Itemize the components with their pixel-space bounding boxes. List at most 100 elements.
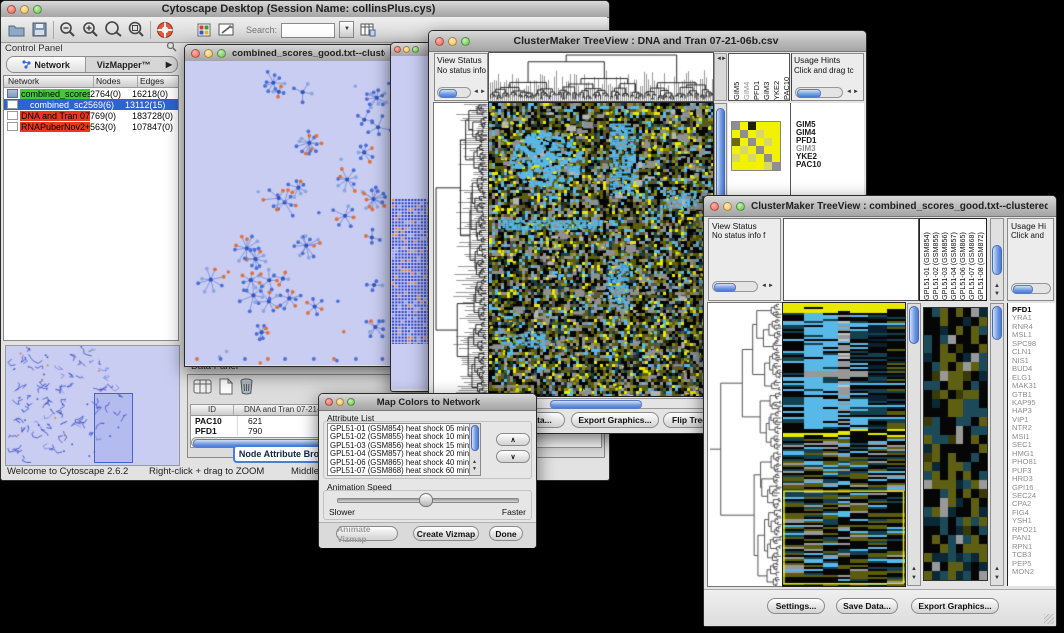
treeview1-titlebar[interactable]: ClusterMaker TreeView : DNA and Tran 07-… <box>429 31 866 52</box>
network-view-window[interactable]: combined_scores_good.txt--cluste... <box>184 44 396 367</box>
create-vizmapbutton[interactable]: Create Vizmap <box>413 526 479 541</box>
row-dendrogram[interactable] <box>434 103 488 396</box>
scroll-left-icon[interactable]: ◄ <box>846 89 852 96</box>
main-heatmap[interactable] <box>783 303 905 586</box>
scroll-right-icon[interactable]: ► <box>768 283 774 290</box>
birdseye-viewport-rect[interactable] <box>94 393 133 463</box>
help-lifering-icon[interactable] <box>155 20 174 39</box>
column-label[interactable]: GIM3 <box>762 54 771 100</box>
tabs-more-icon[interactable]: ▶ <box>161 57 177 72</box>
close-icon[interactable] <box>325 398 333 406</box>
save-icon[interactable] <box>30 20 49 39</box>
zoom-window-icon[interactable] <box>461 37 470 46</box>
network-list-row[interactable]: combined_scores2764(0)16218(0) <box>4 88 178 99</box>
column-dendrogram[interactable] <box>489 53 713 101</box>
network2-canvas-bg[interactable] <box>391 56 429 389</box>
scroll-up-icon[interactable]: ▲ <box>472 459 477 466</box>
view-status-scrollbar[interactable] <box>712 281 758 292</box>
birdseye-view[interactable] <box>5 345 180 466</box>
minimize-icon[interactable] <box>403 46 410 53</box>
window-controls[interactable] <box>1 5 48 14</box>
column-label[interactable]: PAC10 <box>782 54 791 100</box>
zoom-heatmap[interactable] <box>924 308 987 580</box>
gene-label[interactable]: MON2 <box>1012 568 1037 576</box>
treeview2-titlebar[interactable]: ClusterMaker TreeView : combined_scores_… <box>704 196 1056 217</box>
search-dropdown-icon[interactable]: ▼ <box>339 21 354 38</box>
scroll-up-icon[interactable]: ▲ <box>911 566 917 573</box>
close-icon[interactable] <box>191 49 200 58</box>
minimize-icon[interactable] <box>204 49 213 58</box>
close-icon[interactable] <box>710 202 719 211</box>
network-view-window-2[interactable] <box>390 42 432 392</box>
row-dendrogram[interactable] <box>708 303 783 586</box>
column-label[interactable]: PFD1 <box>752 54 761 100</box>
network-table-header[interactable]: Network Nodes Edges <box>4 76 178 88</box>
tab-vizmapper[interactable]: VizMapper™ <box>86 57 161 72</box>
scroll-left-icon[interactable]: ◄ <box>761 283 767 290</box>
zoom-fit-icon[interactable] <box>104 20 123 39</box>
scrollbar-thumb[interactable] <box>714 283 736 292</box>
usage-hints-scrollbar[interactable] <box>795 87 843 98</box>
scrollbar-thumb[interactable] <box>992 245 1002 275</box>
scroll-up-icon[interactable]: ▲ <box>994 566 1000 573</box>
attribute-list-scrollbar[interactable]: ▲ ▼ <box>469 424 480 475</box>
network-list-row[interactable]: DNA and Tran 07769(0)183728(0) <box>4 110 178 121</box>
scroll-up-icon[interactable]: ▲ <box>994 283 1000 290</box>
float-panel-icon[interactable] <box>166 39 177 57</box>
column-label[interactable]: GPL51-01 (GSM854) <box>922 220 931 300</box>
vizmap-icon[interactable] <box>194 20 213 39</box>
col-header-nodes[interactable]: Nodes <box>94 76 138 87</box>
column-label[interactable]: GPL51-02 (GSM855) <box>931 220 940 300</box>
column-label[interactable]: GPL51-03 (GSM856) <box>940 220 949 300</box>
zoom-window-icon[interactable] <box>217 49 226 58</box>
network2-dense-grid[interactable] <box>391 198 429 344</box>
scroll-down-icon[interactable]: ▼ <box>911 575 917 582</box>
zoom-in-icon[interactable] <box>81 20 100 39</box>
save-data-button[interactable]: Save Data... <box>836 598 898 614</box>
close-icon[interactable] <box>394 46 401 53</box>
network-list-row[interactable]: combined_sco2569(6)13112(15) <box>4 99 178 110</box>
close-icon[interactable] <box>435 37 444 46</box>
tab-network[interactable]: Network <box>7 57 86 72</box>
column-label[interactable]: YKE2 <box>772 54 781 100</box>
network-canvas[interactable] <box>185 61 393 365</box>
label-scroll-strip[interactable]: ◄ ► <box>714 53 727 101</box>
scroll-left-icon[interactable]: ◄ <box>473 89 479 96</box>
column-label-vscrollbar[interactable]: ▲ ▼ <box>990 218 1004 301</box>
network-list-row[interactable]: RNAPuberNov2+563(0)107847(0) <box>4 121 178 132</box>
main-titlebar[interactable]: Cytoscape Desktop (Session Name: collins… <box>1 1 609 18</box>
attribute-list-item[interactable]: GPL51-07 (GSM868) heat shock 60 min <box>330 467 480 475</box>
export-graphics-button[interactable]: Export Graphics... <box>571 412 659 428</box>
col-header-network[interactable]: Network <box>4 76 94 87</box>
usage-hints-scrollbar[interactable] <box>1011 283 1051 294</box>
map-colors-dialog[interactable]: Map Colors to Network Attribute List GPL… <box>318 393 537 548</box>
column-label[interactable]: GPL51-04 (GSM857) <box>949 220 958 300</box>
delete-attribute-icon[interactable] <box>239 378 254 400</box>
scrollbar-thumb[interactable] <box>992 306 1002 340</box>
row-label[interactable]: PAC10 <box>796 161 821 169</box>
scrollbar-thumb[interactable] <box>471 425 479 451</box>
minimize-icon[interactable] <box>336 398 344 406</box>
minimize-icon[interactable] <box>448 37 457 46</box>
col-header-edges[interactable]: Edges <box>138 76 178 87</box>
export-graphics-button[interactable]: Export Graphics... <box>911 598 999 614</box>
attribute-select-icon[interactable] <box>193 378 213 400</box>
zoom-window-icon[interactable] <box>736 202 745 211</box>
scrollbar-thumb[interactable] <box>439 89 457 98</box>
scroll-down-icon[interactable]: ▼ <box>994 575 1000 582</box>
zoom-selected-icon[interactable] <box>127 20 146 39</box>
scrollbar-thumb[interactable] <box>797 89 821 98</box>
column-label[interactable]: GPL51-07 (GSM868) <box>967 220 976 300</box>
dialog-titlebar[interactable]: Map Colors to Network <box>319 394 536 411</box>
speed-slider-thumb[interactable] <box>419 493 433 507</box>
minimize-icon[interactable] <box>723 202 732 211</box>
close-icon[interactable] <box>7 5 16 14</box>
attribute-list[interactable]: GPL51-01 (GSM854) heat shock 05 minGPL51… <box>327 423 481 476</box>
treeview-window-combined[interactable]: ClusterMaker TreeView : combined_scores_… <box>703 195 1057 627</box>
annotation-icon[interactable] <box>217 20 236 39</box>
zoom-window-icon[interactable] <box>412 46 419 53</box>
new-attribute-icon[interactable] <box>218 378 234 400</box>
scroll-down-icon[interactable]: ▼ <box>472 466 477 473</box>
resize-grip[interactable] <box>1044 614 1054 624</box>
scrollbar-thumb[interactable] <box>550 400 642 409</box>
